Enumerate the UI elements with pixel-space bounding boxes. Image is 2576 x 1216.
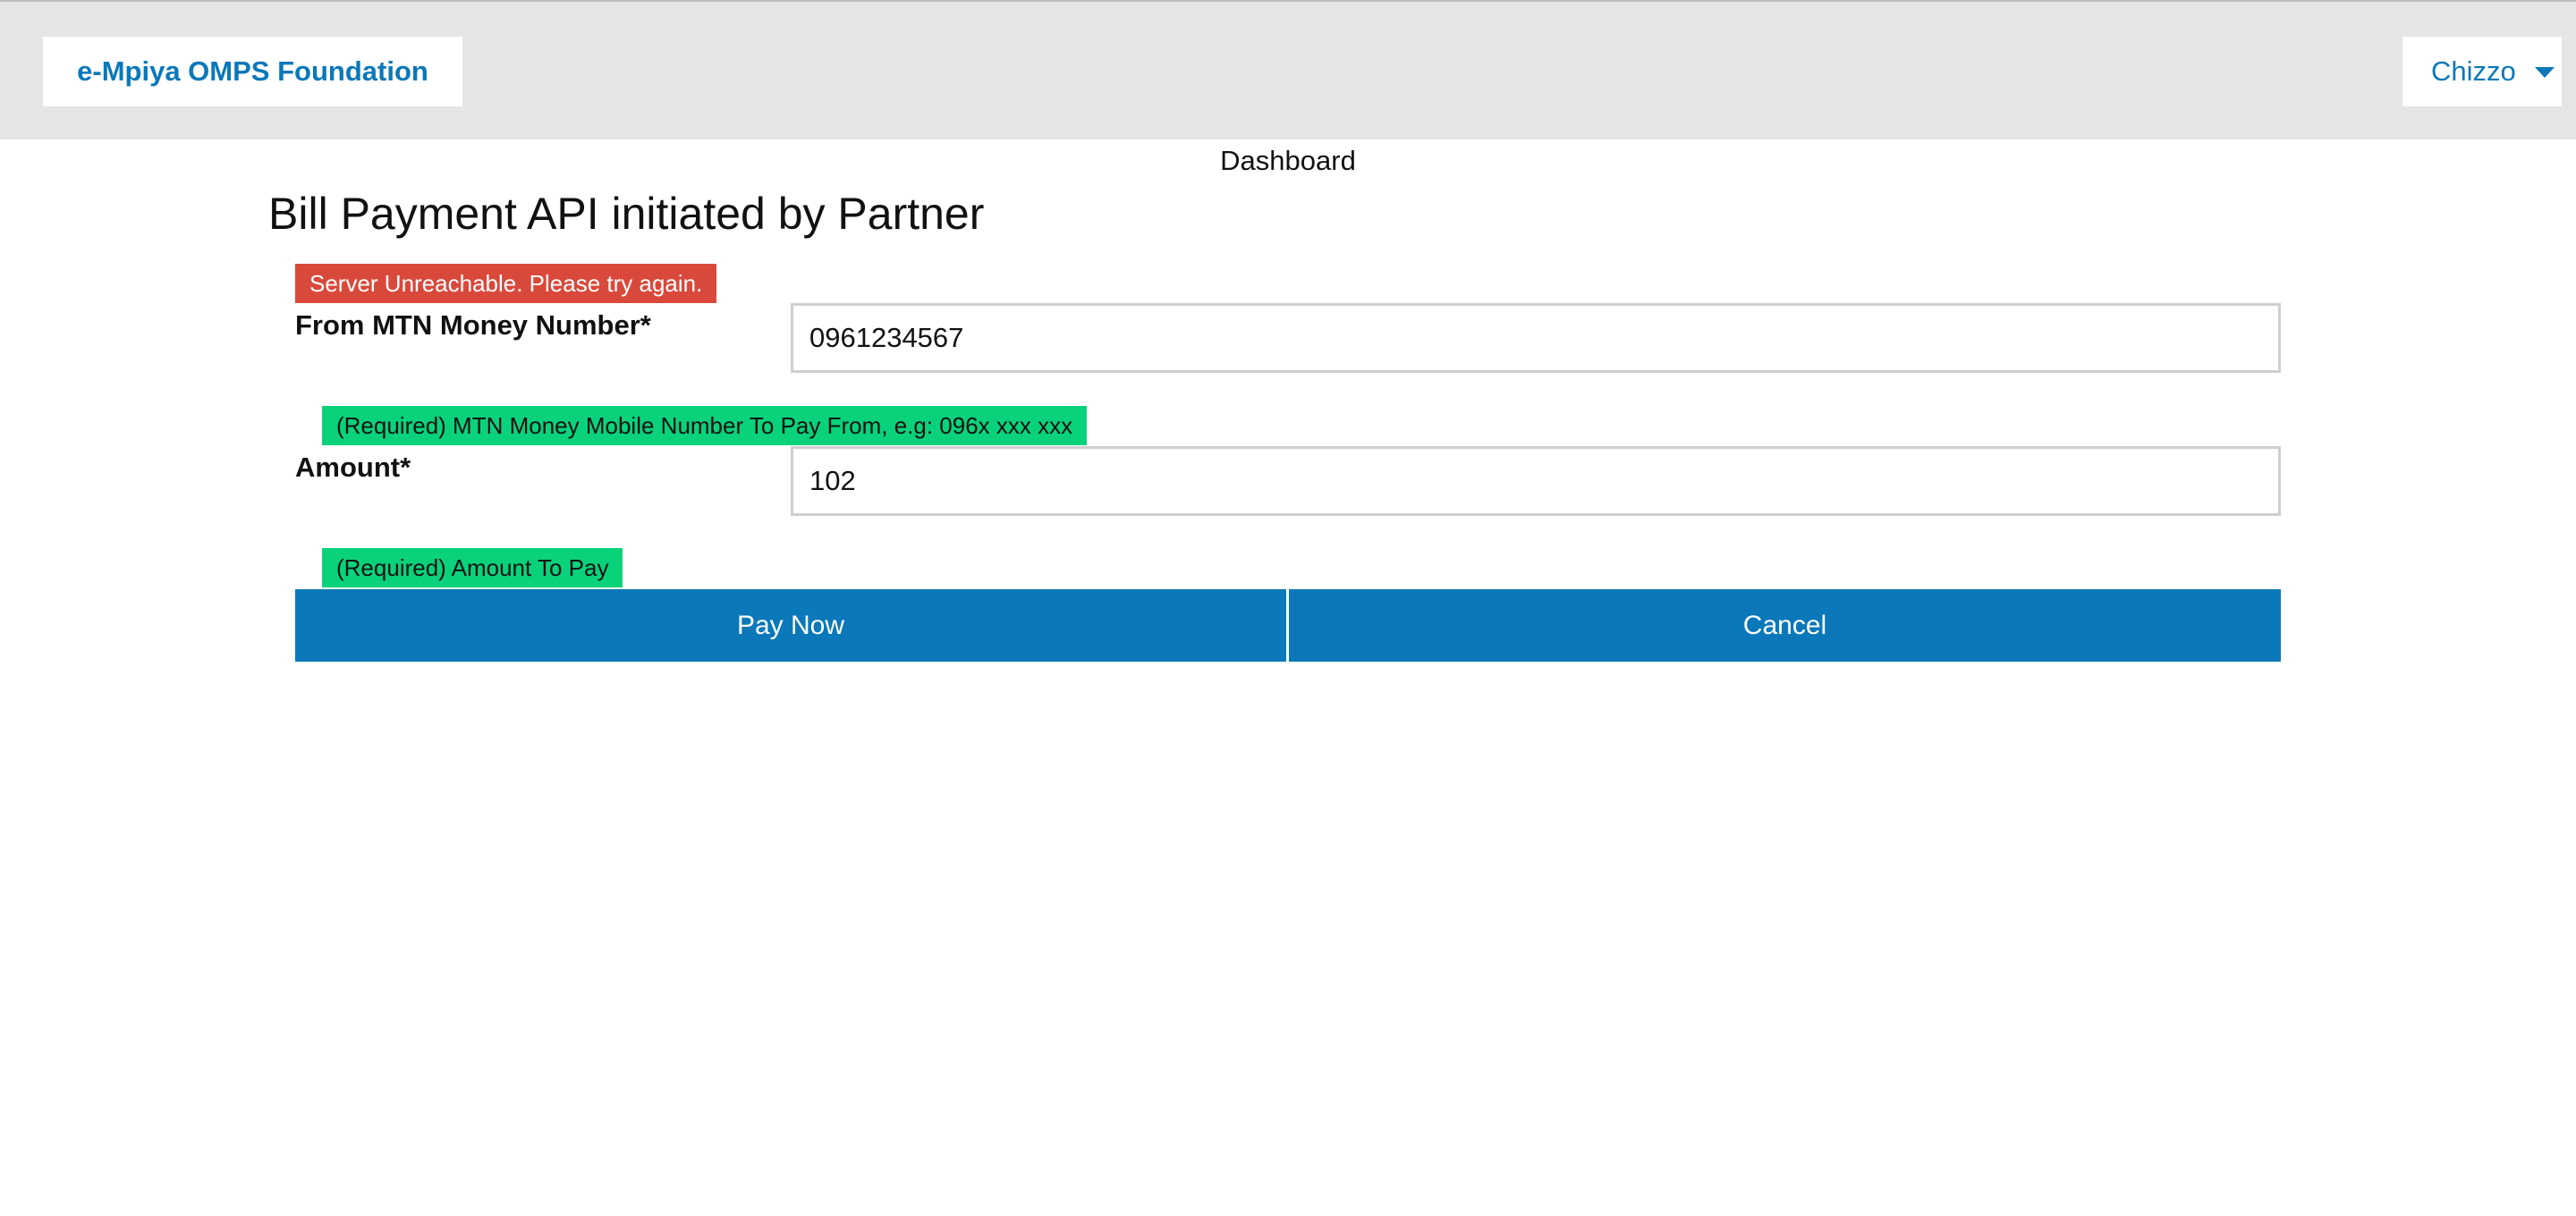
amount-hint: (Required) Amount To Pay: [322, 548, 623, 587]
error-alert: Server Unreachable. Please try again.: [295, 264, 717, 303]
amount-input[interactable]: [791, 446, 2281, 516]
amount-label: Amount*: [295, 452, 411, 483]
page-title: Bill Payment API initiated by Partner: [268, 189, 985, 239]
user-name-label: Chizzo: [2431, 55, 2516, 87]
top-navbar: e-Mpiya OMPS Foundation Chizzo: [0, 2, 2576, 139]
from-number-hint: (Required) MTN Money Mobile Number To Pa…: [322, 406, 1088, 445]
brand-link[interactable]: e-Mpiya OMPS Foundation: [43, 37, 462, 106]
cancel-button[interactable]: Cancel: [1289, 589, 2281, 662]
caret-down-icon: [2535, 67, 2555, 78]
dashboard-link[interactable]: Dashboard: [1163, 143, 1413, 179]
pay-now-button[interactable]: Pay Now: [295, 589, 1286, 662]
from-number-label: From MTN Money Number*: [295, 309, 651, 341]
from-number-input[interactable]: [791, 303, 2281, 373]
user-menu-dropdown[interactable]: Chizzo: [2402, 37, 2562, 106]
